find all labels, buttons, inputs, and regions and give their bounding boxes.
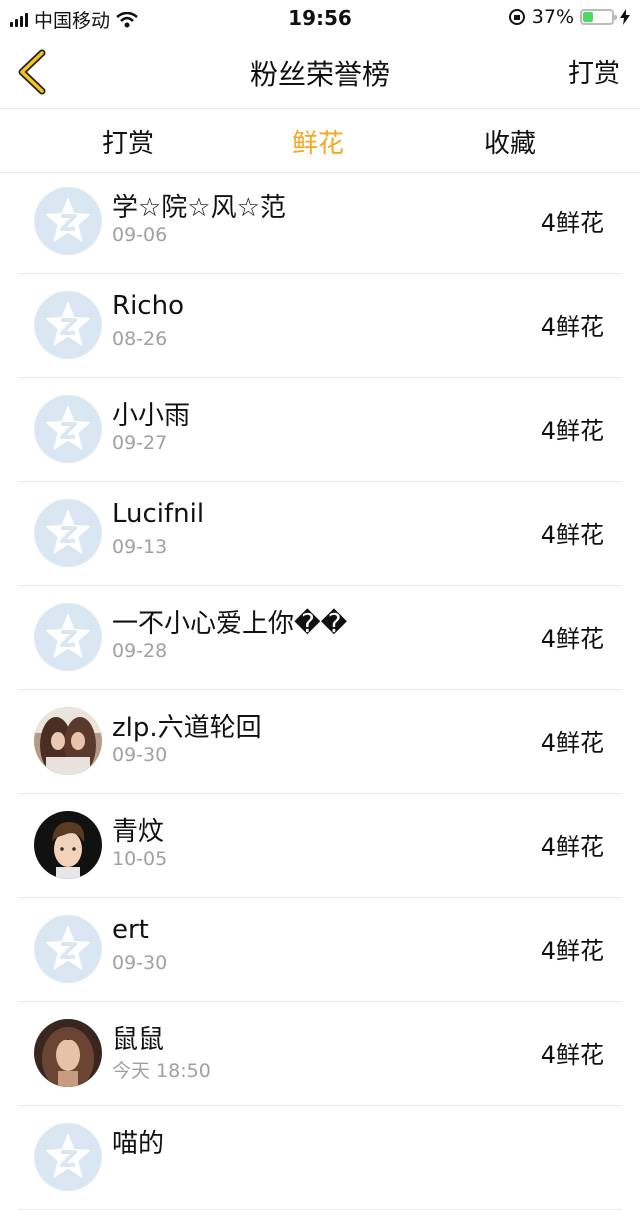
list-item[interactable]: 鼠鼠今天 18:50 4鲜花 (18, 1001, 622, 1106)
fan-date: 09-13 (112, 536, 168, 558)
status-bar: 中国移动 19:56 37% (0, 0, 640, 36)
fan-name: zlp.六道轮回 (112, 713, 262, 743)
fan-name: 青炆 (112, 817, 165, 847)
charging-icon (620, 9, 630, 25)
flower-count: 4鲜花 (540, 937, 604, 965)
tab-flowers[interactable]: 鲜花 (223, 123, 413, 160)
fan-date: 09-30 (112, 952, 168, 974)
nav-bar: 粉丝荣誉榜 打赏 (0, 36, 640, 109)
battery-icon (580, 9, 617, 25)
avatar[interactable] (34, 811, 102, 879)
fan-name: 小小雨 (112, 401, 191, 431)
list-item[interactable]: 喵的 (18, 1105, 622, 1210)
fan-name: 鼠鼠 (112, 1025, 165, 1055)
fan-date: 今天 18:50 (112, 1060, 211, 1082)
flower-count: 4鲜花 (540, 313, 604, 341)
list-item[interactable]: ert 09-30 4鲜花 (18, 897, 622, 1002)
list-item[interactable]: 小小雨 09-27 4鲜花 (18, 377, 622, 482)
flower-count: 4鲜花 (540, 209, 604, 237)
fan-name: 学☆院☆风☆范 (112, 193, 286, 223)
list-item[interactable]: Richo 08-26 4鲜花 (18, 273, 622, 378)
flower-count: 4鲜花 (540, 833, 604, 861)
fan-name: Richo (112, 291, 184, 321)
status-right: 37% (508, 6, 630, 28)
avatar[interactable] (34, 707, 102, 775)
battery-percent: 37% (531, 6, 574, 28)
default-avatar-icon[interactable] (34, 187, 102, 255)
default-avatar-icon[interactable] (34, 603, 102, 671)
flower-count: 4鲜花 (540, 417, 604, 445)
rotation-lock-icon (508, 9, 525, 25)
fan-name: Lucifnil (112, 499, 205, 529)
flower-count: 4鲜花 (540, 521, 604, 549)
fan-date: 09-30 (112, 744, 168, 766)
tab-bar: 打赏 鲜花 收藏 (0, 109, 640, 173)
tab-tip[interactable]: 打赏 (33, 123, 223, 160)
page-title: 粉丝荣誉榜 (249, 58, 390, 91)
fan-name: 喵的 (112, 1129, 165, 1159)
flower-count: 4鲜花 (540, 625, 604, 653)
tab-favorites[interactable]: 收藏 (415, 123, 605, 160)
fan-name: 一不小心爱上你�� (112, 609, 348, 639)
fan-date: 08-26 (112, 328, 168, 350)
fan-name: ert (112, 915, 149, 945)
flower-count: 4鲜花 (540, 729, 604, 757)
default-avatar-icon[interactable] (34, 395, 102, 463)
default-avatar-icon[interactable] (34, 291, 102, 359)
battery-fill (583, 12, 593, 22)
list-item[interactable]: 学☆院☆风☆范 09-06 4鲜花 (18, 169, 622, 274)
list-item[interactable]: 青炆 10-05 4鲜花 (18, 793, 622, 898)
flower-count: 4鲜花 (540, 1041, 604, 1069)
list-item[interactable]: zlp.六道轮回 09-30 4鲜花 (18, 689, 622, 794)
list-item[interactable]: Lucifnil 09-13 4鲜花 (18, 481, 622, 586)
fan-date: 09-28 (112, 640, 168, 662)
tip-button[interactable]: 打赏 (568, 53, 620, 90)
fan-date: 10-05 (112, 848, 168, 870)
list-item[interactable]: 一不小心爱上你�� 09-28 4鲜花 (18, 585, 622, 690)
default-avatar-icon[interactable] (34, 915, 102, 983)
fan-date: 09-27 (112, 432, 168, 454)
avatar[interactable] (34, 1019, 102, 1087)
default-avatar-icon[interactable] (34, 1123, 102, 1191)
default-avatar-icon[interactable] (34, 499, 102, 567)
fan-date: 09-06 (112, 224, 168, 246)
